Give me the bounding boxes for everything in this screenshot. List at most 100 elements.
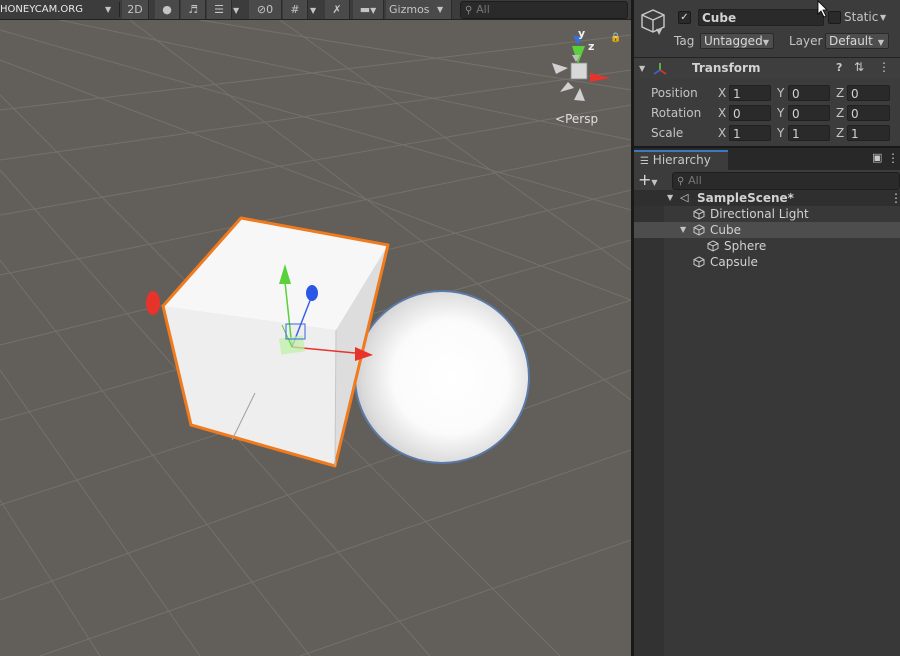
layer-value: Default [829,34,873,48]
object-name-field[interactable]: Cube [698,9,824,26]
scale-z-field[interactable]: 1 [847,125,890,141]
hierarchy-item-directional-light[interactable]: Directional Light [634,206,900,222]
transform-header[interactable]: ▼ Transform ? ⇅ ⋮ [634,58,900,79]
scene-search-input[interactable] [476,3,597,16]
gizmos-label: Gizmos [389,3,430,16]
transform-icon [653,63,667,75]
scene-toolbar: HONEYCAM.ORG ▼ 2D ● ♬ ☰ ▼ ⊘0 # ▼ ✗ ▬▼ Gi… [0,0,631,20]
rotation-label: Rotation [651,106,702,120]
x-axis-label[interactable]: X [718,125,726,141]
chevron-down-icon: ▼ [762,38,769,47]
scale-label: Scale [651,126,684,140]
item-label: Directional Light [710,207,809,221]
rotation-row: Rotation X 0 Y 0 Z 0 [634,104,900,124]
orientation-gizmo[interactable] [552,36,610,101]
hierarchy-search-input[interactable] [688,174,809,187]
presets-icon[interactable]: ⇅ [854,60,864,74]
position-x-field[interactable]: 1 [729,85,771,101]
search-icon: ⚲ [465,5,473,16]
scale-row: Scale X 1 Y 1 Z 1 [634,124,900,144]
active-checkbox[interactable]: ✓ [678,11,691,24]
scene-viewport[interactable] [0,0,631,656]
z-axis-label[interactable]: Z [836,125,844,141]
camera-icon: ▬ [359,3,371,16]
hierarchy-tabbar: ☰ Hierarchy ▣ ⋮ [634,148,900,171]
2d-toggle-button[interactable]: 2D [122,0,149,19]
rotation-z-field[interactable]: 0 [847,105,890,121]
y-axis-label[interactable]: Y [777,125,784,141]
scene-menu-icon[interactable]: ⋮ [890,190,900,206]
y-axis-label[interactable]: Y [777,105,784,121]
gameobject-icon [707,240,719,252]
effects-dropdown[interactable]: ▼ [233,0,245,19]
audio-toggle-button[interactable]: ♬ [181,0,206,19]
scale-y-field[interactable]: 1 [788,125,830,141]
item-label: Cube [710,223,741,237]
scene-name: SampleScene* [697,191,794,205]
y-axis-label[interactable]: Y [777,85,784,101]
layer-dropdown[interactable]: Default ▼ [825,33,889,49]
more-options-icon[interactable]: ⋮ [878,60,890,74]
projection-toggle[interactable]: <Persp [555,112,598,126]
help-icon[interactable]: ? [836,61,842,74]
gizmos-dropdown[interactable]: Gizmos ▼ [386,0,452,19]
gameobject-icon [693,224,705,236]
static-chevron-icon[interactable]: ▼ [880,13,886,22]
hierarchy-panel: ☰ Hierarchy ▣ ⋮ +▼ ⚲ ▼ ◁ SampleScene* ⋮ … [634,148,900,656]
rotation-y-field[interactable]: 0 [788,105,830,121]
tab-hierarchy[interactable]: ☰ Hierarchy [634,150,728,170]
draw-mode-dropdown[interactable]: HONEYCAM.ORG ▼ [0,0,118,19]
scene-view[interactable]: y z 🔒 <Persp HONEYCAM.ORG ▼ 2D ● ♬ ☰ ▼ ⊘… [0,0,631,656]
hierarchy-item-sphere[interactable]: Sphere [634,238,900,254]
create-dropdown[interactable]: +▼ [638,171,664,188]
layer-label: Layer [789,34,823,48]
foldout-chevron-icon[interactable]: ▼ [639,64,645,73]
persp-label: Persp [565,112,599,126]
transform-fields: Position X 1 Y 0 Z 0 Rotation X 0 Y 0 Z … [634,84,900,144]
position-row: Position X 1 Y 0 Z 0 [634,84,900,104]
checkmark-icon: ✓ [680,12,689,23]
hierarchy-item-cube[interactable]: ▼ Cube [634,222,900,238]
effects-button[interactable]: ☰ [207,0,232,19]
rotation-x-field[interactable]: 0 [729,105,771,121]
lock-icon[interactable]: ▣ [872,151,882,164]
item-label: Sphere [724,239,767,253]
more-options-icon[interactable]: ⋮ [887,151,899,165]
mouse-cursor-icon [817,0,828,18]
position-y-field[interactable]: 0 [788,85,830,101]
camera-settings-button[interactable]: ▬▼ [353,0,384,19]
hierarchy-search-field[interactable]: ⚲ [672,172,900,190]
watermark-label: HONEYCAM.ORG [0,4,83,15]
cube-object[interactable] [161,216,390,468]
tag-dropdown[interactable]: Untagged ▼ [700,33,774,49]
hidden-objects-toggle[interactable]: ⊘0 [249,0,282,19]
lighting-toggle-button[interactable]: ● [155,0,180,19]
chevron-down-icon: ▼ [105,5,112,14]
hierarchy-item-capsule[interactable]: Capsule [634,254,900,270]
tools-button[interactable]: ✗ [325,0,350,19]
scale-x-field[interactable]: 1 [729,125,771,141]
list-icon: ☰ [640,156,649,167]
unity-scene-icon: ◁ [680,191,689,204]
x-axis-label[interactable]: X [718,105,726,121]
static-label[interactable]: Static [844,9,878,25]
sphere-object[interactable] [354,290,530,464]
x-axis-handle-negative [146,291,160,315]
static-checkbox[interactable] [828,11,841,24]
orientation-z-label: z [588,40,595,53]
scene-search-field[interactable]: ⚲ [460,1,628,19]
grid-dropdown[interactable]: ▼ [310,0,322,19]
position-label: Position [651,86,698,100]
scene-row[interactable]: ▼ ◁ SampleScene* ⋮ [634,190,900,206]
expand-chevron-icon[interactable]: ▼ [680,222,686,238]
expand-chevron-icon[interactable]: ▼ [667,190,673,206]
icon-dropdown-chevron-icon[interactable]: ▼ [656,27,662,36]
z-axis-label[interactable]: Z [836,105,844,121]
z-axis-label[interactable]: Z [836,85,844,101]
position-z-field[interactable]: 0 [847,85,890,101]
chevron-down-icon: ▼ [437,5,444,14]
x-axis-label[interactable]: X [718,85,726,101]
lock-icon[interactable]: 🔒 [610,33,621,43]
inspector-panel: ▼ ✓ Cube Static ▼ Tag Untagged ▼ Layer D… [634,0,900,148]
grid-toggle-button[interactable]: # [283,0,308,19]
